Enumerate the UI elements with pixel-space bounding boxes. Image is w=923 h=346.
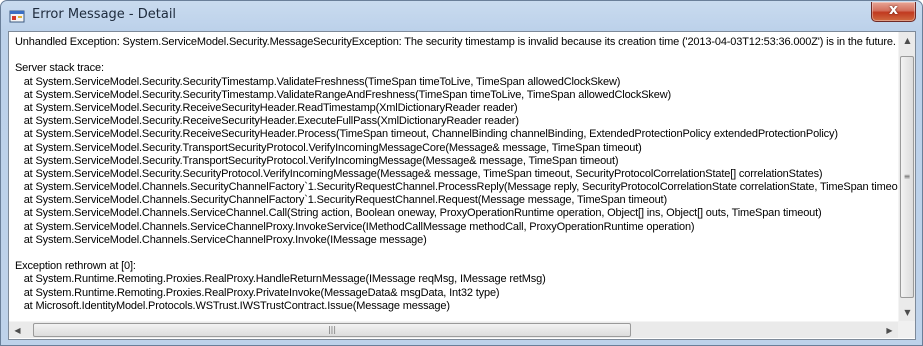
arrow-up-icon[interactable]: ▲ [899,32,916,49]
close-button[interactable]: x [871,2,916,22]
error-text-line: at System.ServiceModel.Security.Security… [15,75,621,88]
error-text-line: at System.ServiceModel.Channels.Security… [15,181,898,194]
error-text-line: Server stack trace: [15,62,104,75]
error-text-line: at System.ServiceModel.Channels.ServiceC… [15,233,427,246]
window-title: Error Message - Detail [32,7,177,22]
error-text-line: at System.ServiceModel.Security.Security… [15,88,672,101]
grip-icon: ≡ [903,172,911,181]
error-text-line [15,247,898,260]
windows-form-icon[interactable] [9,8,25,24]
error-text-line [15,49,898,62]
error-text-line: at System.ServiceModel.Security.ReceiveS… [15,115,519,128]
error-text-line: Exception rethrown at [0]: [15,260,136,273]
error-text-line: at System.ServiceModel.Security.ReceiveS… [15,101,518,114]
error-text-line: Unhandled Exception: System.ServiceModel… [15,36,896,48]
title-bar[interactable]: Error Message - Detail x [1,1,922,31]
arrow-down-icon[interactable]: ▼ [899,304,916,321]
error-details-textbox[interactable]: Unhandled Exception: System.ServiceModel… [8,31,916,340]
error-text-line: at System.Runtime.Remoting.Proxies.RealP… [15,273,546,286]
error-text-line: at System.ServiceModel.Channels.Security… [15,194,667,207]
horizontal-scroll-thumb[interactable]: ||| [33,323,631,337]
arrow-right-icon[interactable]: ▶ [881,322,898,339]
arrow-left-icon[interactable]: ◀ [9,322,26,339]
horizontal-scrollbar[interactable]: ◀ ||| ▶ [9,321,898,338]
error-text-line: at System.ServiceModel.Security.Transpor… [15,141,642,154]
scrollbar-corner [898,321,915,338]
close-icon: x [888,2,899,18]
error-detail-window: Error Message - Detail x Unhandled Excep… [0,0,923,346]
error-text-line: at System.ServiceModel.Channels.ServiceC… [15,207,822,220]
error-text-line: at System.ServiceModel.Security.Transpor… [15,154,619,167]
error-text-line: at System.ServiceModel.Security.Security… [15,167,823,180]
error-text-line: at Microsoft.IdentityModel.Protocols.WST… [15,299,450,312]
error-text-line: at System.ServiceModel.Security.ReceiveS… [15,128,838,141]
error-text-area[interactable]: Unhandled Exception: System.ServiceModel… [9,32,898,321]
grip-icon: ||| [327,325,337,334]
vertical-scroll-thumb[interactable]: ≡ [900,56,914,298]
error-text-line: at System.ServiceModel.Channels.ServiceC… [15,220,695,233]
vertical-scrollbar[interactable]: ▲ ≡ ▼ [898,32,915,321]
error-text-line: at System.Runtime.Remoting.Proxies.RealP… [15,286,500,299]
